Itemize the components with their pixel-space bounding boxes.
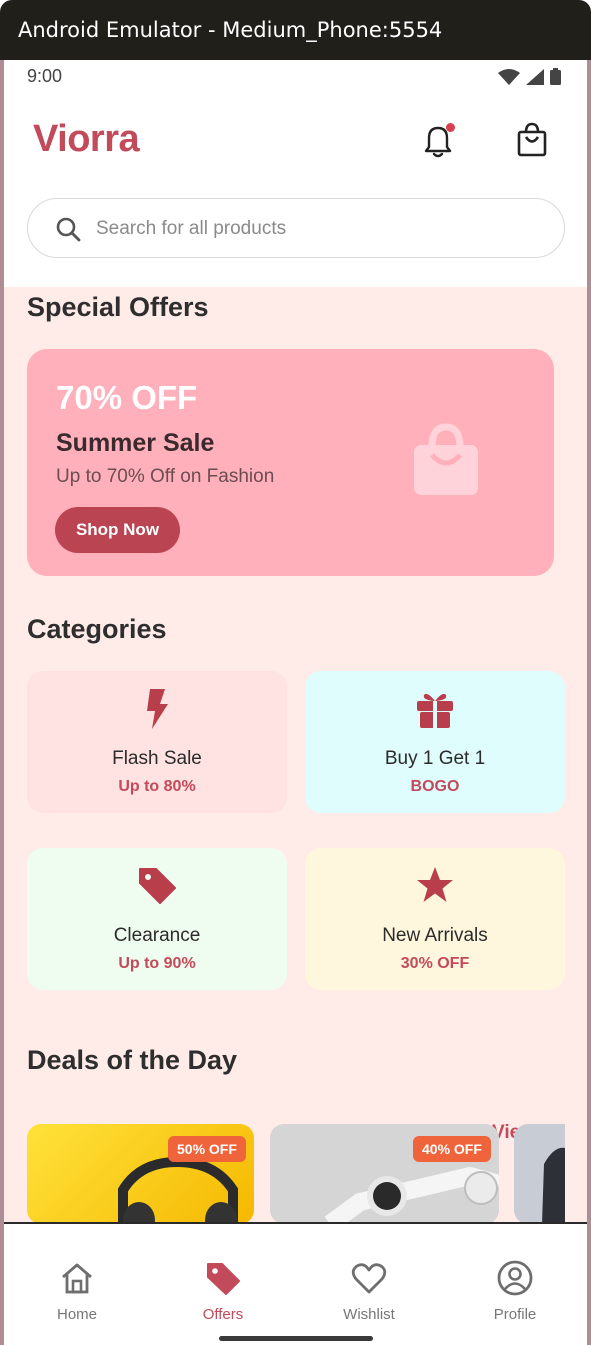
- shop-now-button[interactable]: Shop Now: [55, 507, 180, 553]
- deals-title: Deals of the Day: [27, 1045, 238, 1075]
- deal-card-jacket[interactable]: [514, 1124, 565, 1224]
- status-bar: 9:00: [4, 60, 587, 92]
- profile-icon: [497, 1260, 533, 1296]
- special-offers-title: Special Offers: [27, 292, 209, 322]
- category-title: Flash Sale: [112, 748, 202, 769]
- main-content: Special Offers 70% OFF Summer Sale Up to…: [4, 287, 587, 1223]
- category-title: New Arrivals: [382, 925, 488, 946]
- gift-icon: [417, 693, 453, 728]
- window-frame-right: [587, 60, 591, 1345]
- heart-icon: [351, 1263, 387, 1294]
- notification-dot: [446, 123, 455, 132]
- category-title: Clearance: [113, 925, 201, 946]
- nav-item-wishlist[interactable]: Wishlist: [314, 1224, 424, 1334]
- category-clearance[interactable]: Clearance Up to 90%: [27, 848, 287, 990]
- nav-label: Profile: [493, 1306, 537, 1323]
- banner-subtitle: Up to 70% Off on Fashion: [56, 466, 275, 487]
- nav-label: Home: [56, 1306, 97, 1323]
- category-subtitle: Up to 80%: [118, 778, 196, 795]
- battery-icon: [550, 68, 561, 85]
- notifications-button[interactable]: [418, 120, 458, 160]
- nav-item-offers[interactable]: Offers: [168, 1224, 278, 1334]
- phone-screen: 9:00 Viorra Search for all products Spec…: [4, 60, 587, 1345]
- cart-button[interactable]: [512, 120, 552, 160]
- deal-discount-badge: 40% OFF: [413, 1136, 491, 1162]
- nav-item-profile[interactable]: Profile: [460, 1224, 570, 1334]
- nav-item-home[interactable]: Home: [22, 1224, 132, 1334]
- category-buy-1-get-1[interactable]: Buy 1 Get 1 BOGO: [305, 671, 565, 813]
- home-icon: [62, 1263, 92, 1294]
- tag-icon: [139, 868, 176, 904]
- banner-discount: 70% OFF: [56, 379, 198, 416]
- signal-icon: [526, 68, 544, 85]
- app-logo: Viorra: [33, 118, 140, 160]
- status-icons: [498, 68, 561, 85]
- banner-title: Summer Sale: [56, 429, 215, 457]
- home-indicator[interactable]: [219, 1336, 373, 1341]
- deal-discount-badge: 50% OFF: [168, 1136, 246, 1162]
- category-new-arrivals[interactable]: New Arrivals 30% OFF: [305, 848, 565, 990]
- lightning-icon: [147, 689, 168, 729]
- shopping-bag-icon: [517, 122, 547, 157]
- summer-sale-banner[interactable]: 70% OFF Summer Sale Up to 70% Off on Fas…: [27, 349, 554, 576]
- status-time: 9:00: [27, 66, 63, 86]
- shopping-bag-icon: [414, 423, 478, 495]
- category-subtitle: BOGO: [410, 778, 460, 795]
- category-subtitle: 30% OFF: [400, 955, 470, 972]
- search-input[interactable]: [96, 211, 536, 247]
- nav-label: Wishlist: [343, 1306, 395, 1323]
- deal-card-headphones[interactable]: 50% OFF: [27, 1124, 254, 1224]
- tag-icon: [207, 1263, 240, 1295]
- wifi-icon: [498, 68, 520, 85]
- bottom-navigation: Home Offers Wishlist Profile: [4, 1222, 587, 1345]
- nav-label: Offers: [202, 1306, 244, 1323]
- category-title: Buy 1 Get 1: [384, 748, 486, 769]
- deal-card-smartwatch[interactable]: 40% OFF: [270, 1124, 499, 1224]
- search-icon: [56, 217, 81, 242]
- app-header: Viorra: [4, 92, 587, 287]
- window-title: Android Emulator - Medium_Phone:5554: [0, 0, 591, 60]
- star-icon: [417, 867, 453, 902]
- category-flash-sale[interactable]: Flash Sale Up to 80%: [27, 671, 287, 813]
- category-subtitle: Up to 90%: [118, 955, 196, 972]
- jacket-image: [542, 1147, 565, 1224]
- categories-title: Categories: [27, 614, 167, 644]
- search-bar[interactable]: [27, 198, 565, 258]
